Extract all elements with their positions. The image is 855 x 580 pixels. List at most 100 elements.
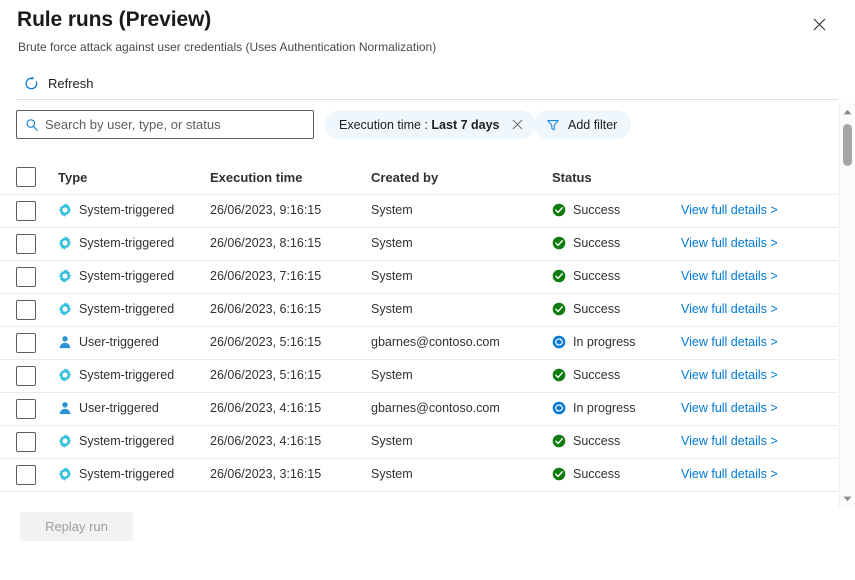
select-all-checkbox[interactable] — [16, 167, 36, 187]
add-filter-button[interactable]: Add filter — [534, 110, 631, 139]
view-full-details-link[interactable]: View full details > — [681, 236, 778, 250]
command-bar: Refresh — [0, 68, 855, 98]
cell-type-label: User-triggered — [79, 401, 159, 415]
cell-execution-time: 26/06/2023, 4:16:15 — [210, 434, 321, 448]
row-checkbox[interactable] — [16, 432, 36, 452]
table-row[interactable]: System-triggered26/06/2023, 8:16:15Syste… — [0, 228, 838, 261]
table-row[interactable]: System-triggered 26/06/2023, 9:16:15 Syste… — [0, 195, 838, 228]
cell-type: System-triggered — [58, 368, 174, 382]
filter-row: Execution time : Last 7 days Add filter — [0, 110, 855, 140]
cell-execution-time: 26/06/2023, 7:16:15 — [210, 269, 321, 283]
cell-execution-time: 26/06/2023, 9:16:15 — [210, 203, 321, 217]
column-header-execution-time[interactable]: Execution time — [210, 170, 302, 185]
vertical-scrollbar[interactable] — [839, 103, 855, 507]
rule-runs-table: Type Execution time Created by Status Sy… — [0, 160, 838, 500]
view-full-details-link[interactable]: View full details > — [681, 467, 778, 481]
search-icon — [25, 118, 39, 132]
cell-type: System-triggered — [58, 302, 174, 316]
cell-created-by: System — [371, 368, 413, 382]
status-badge: Success — [573, 368, 620, 382]
column-header-type[interactable]: Type — [58, 170, 87, 185]
success-icon — [552, 269, 566, 283]
scroll-down-arrow-icon[interactable] — [840, 490, 855, 507]
column-header-status[interactable]: Status — [552, 170, 592, 185]
row-checkbox[interactable] — [16, 267, 36, 287]
cell-type-label: System-triggered — [79, 203, 174, 217]
search-box[interactable] — [16, 110, 314, 139]
close-button[interactable] — [806, 11, 832, 37]
filter-pill-remove-button[interactable] — [509, 116, 527, 134]
cell-type-label: System-triggered — [79, 368, 174, 382]
scroll-up-arrow-icon[interactable] — [840, 103, 855, 120]
cell-type-label: System-triggered — [79, 236, 174, 250]
row-checkbox[interactable] — [16, 366, 36, 386]
view-full-details-link[interactable]: View full details > — [681, 203, 778, 217]
status-badge: Success — [573, 434, 620, 448]
row-checkbox[interactable] — [16, 201, 36, 221]
filter-pill-field: Execution time : — [339, 118, 428, 132]
row-checkbox[interactable] — [16, 333, 36, 353]
table-row[interactable]: System-triggered 26/06/2023, 5:16:15 Syste… — [0, 360, 838, 393]
cell-status: In progress — [552, 335, 636, 349]
cell-type: System-triggered — [58, 467, 174, 481]
add-filter-label: Add filter — [568, 118, 617, 132]
cell-type: System-triggered — [58, 203, 174, 217]
status-badge: Success — [573, 269, 620, 283]
view-full-details-link[interactable]: View full details > — [681, 401, 778, 415]
replay-run-button[interactable]: Replay run — [20, 512, 133, 541]
status-badge: Success — [573, 236, 620, 250]
table-row[interactable]: System-triggered26/06/2023, 6:16:15Syste… — [0, 294, 838, 327]
success-icon — [552, 434, 566, 448]
view-full-details-link[interactable]: View full details > — [681, 434, 778, 448]
row-checkbox[interactable] — [16, 300, 36, 320]
gear-icon — [58, 467, 72, 481]
cell-created-by: System — [371, 467, 413, 481]
cell-created-by: System — [371, 203, 413, 217]
view-full-details-link[interactable]: View full details > — [681, 335, 778, 349]
status-badge: Success — [573, 302, 620, 316]
success-icon — [552, 203, 566, 217]
person-icon — [58, 401, 72, 415]
refresh-button[interactable]: Refresh — [24, 68, 100, 98]
view-full-details-link[interactable]: View full details > — [681, 368, 778, 382]
cell-type: User-triggered — [58, 335, 159, 349]
cell-created-by: System — [371, 236, 413, 250]
cell-execution-time: 26/06/2023, 4:16:15 — [210, 401, 321, 415]
row-checkbox[interactable] — [16, 465, 36, 485]
cell-execution-time: 26/06/2023, 3:16:15 — [210, 467, 321, 481]
table-row[interactable]: System-triggered26/06/2023, 7:16:15Syste… — [0, 261, 838, 294]
cell-type-label: System-triggered — [79, 467, 174, 481]
cell-created-by: gbarnes@contoso.com — [371, 401, 500, 415]
close-icon — [813, 18, 826, 31]
cell-status: Success — [552, 434, 620, 448]
row-checkbox[interactable] — [16, 399, 36, 419]
status-badge: In progress — [573, 401, 636, 415]
search-input[interactable] — [45, 117, 307, 132]
gear-icon — [58, 368, 72, 382]
cell-created-by: System — [371, 302, 413, 316]
cell-execution-time: 26/06/2023, 5:16:15 — [210, 335, 321, 349]
table-row[interactable]: System-triggered 26/06/2023, 3:16:15 Syste… — [0, 459, 838, 492]
cell-type: System-triggered — [58, 434, 174, 448]
cell-created-by: gbarnes@contoso.com — [371, 335, 500, 349]
cell-execution-time: 26/06/2023, 5:16:15 — [210, 368, 321, 382]
row-checkbox[interactable] — [16, 234, 36, 254]
column-header-created-by[interactable]: Created by — [371, 170, 438, 185]
cell-status: Success — [552, 269, 620, 283]
scrollbar-thumb[interactable] — [843, 124, 852, 166]
table-row[interactable]: User-triggered 26/06/2023, 5:16:15 gbarnes… — [0, 327, 838, 360]
table-row[interactable]: User-triggered 26/06/2023, 4:16:15 gbarnes… — [0, 393, 838, 426]
view-full-details-link[interactable]: View full details > — [681, 269, 778, 283]
view-full-details-link[interactable]: View full details > — [681, 302, 778, 316]
table-header-row: Type Execution time Created by Status — [0, 160, 838, 195]
table-row[interactable]: System-triggered26/06/2023, 4:16:15Syste… — [0, 426, 838, 459]
page-title: Rule runs (Preview) — [17, 8, 211, 32]
cell-status: Success — [552, 236, 620, 250]
success-icon — [552, 368, 566, 382]
filter-pill-execution-time[interactable]: Execution time : Last 7 days — [325, 110, 535, 139]
in-progress-icon — [552, 401, 566, 415]
filter-pill-value: Last 7 days — [431, 118, 499, 132]
refresh-icon — [24, 76, 39, 91]
cell-type-label: System-triggered — [79, 302, 174, 316]
cell-type: System-triggered — [58, 269, 174, 283]
